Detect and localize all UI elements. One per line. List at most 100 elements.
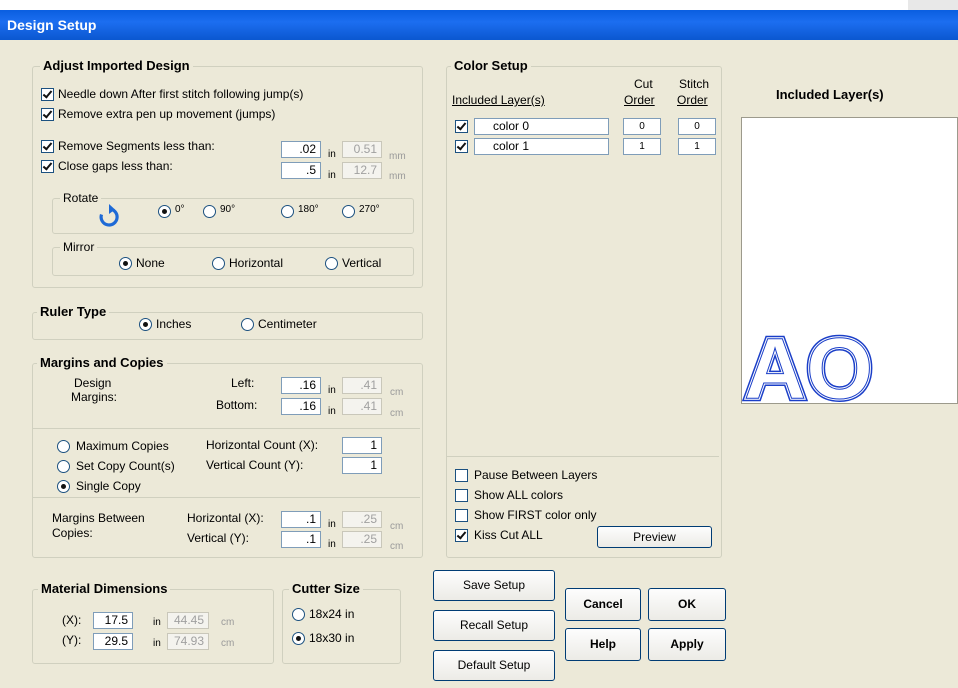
rotate-0-label: 0° [175, 204, 185, 215]
mirror-none-radio[interactable] [119, 257, 132, 270]
rotate-90-radio[interactable] [203, 205, 216, 218]
material-x-in-input[interactable]: 17.5 [93, 612, 133, 629]
margins-between-label-1: Margins Between [52, 511, 145, 525]
cancel-button[interactable]: Cancel [565, 588, 641, 621]
layer-color-0-stitch-order[interactable]: 0 [678, 118, 716, 135]
recall-setup-button[interactable]: Recall Setup [433, 610, 555, 641]
pause-between-layers-label: Pause Between Layers [474, 468, 598, 482]
show-first-color-checkbox[interactable] [455, 509, 468, 522]
unit-in-label: in [153, 638, 161, 649]
close-gaps-label: Close gaps less than: [58, 159, 173, 173]
needle-down-checkbox[interactable] [41, 88, 54, 101]
material-x-label: (X): [62, 613, 82, 627]
unit-cm-label: cm [390, 521, 404, 532]
material-y-in-input[interactable]: 29.5 [93, 633, 133, 650]
unit-cm-label: cm [390, 541, 404, 552]
close-gaps-in-input[interactable]: .5 [281, 162, 321, 179]
title-bar: Design Setup [0, 0, 958, 40]
unit-in-label: in [328, 149, 336, 160]
unit-cm-label: cm [221, 638, 235, 649]
remove-pen-up-checkbox[interactable] [41, 108, 54, 121]
layer-color-1-checkbox[interactable] [455, 140, 468, 153]
horizontal-count-input[interactable]: 1 [342, 437, 382, 454]
horizontal-between-in-input[interactable]: .1 [281, 511, 321, 528]
unit-cm-label: cm [221, 617, 235, 628]
mirror-legend: Mirror [60, 240, 98, 254]
save-setup-button[interactable]: Save Setup [433, 570, 555, 601]
layer-color-1-name[interactable]: color 1 [474, 138, 609, 155]
layer-color-0-checkbox[interactable] [455, 120, 468, 133]
mirror-horizontal-label: Horizontal [229, 256, 284, 270]
kiss-cut-all-checkbox[interactable] [455, 529, 468, 542]
horizontal-between-label: Horizontal (X): [187, 511, 264, 525]
vertical-between-in-input[interactable]: .1 [281, 531, 321, 548]
ruler-centimeter-radio[interactable] [241, 318, 254, 331]
mirror-horizontal-radio[interactable] [212, 257, 225, 270]
unit-in-label: in [328, 539, 336, 550]
rotate-270-label: 270° [359, 204, 380, 215]
maximum-copies-radio[interactable] [57, 440, 70, 453]
color-setup-legend: Color Setup [451, 58, 531, 73]
mirror-vertical-radio[interactable] [325, 257, 338, 270]
design-margins-label-1: Design [74, 376, 112, 390]
single-copy-radio[interactable] [57, 480, 70, 493]
layer-color-1-stitch-order[interactable]: 1 [678, 138, 716, 155]
ok-button[interactable]: OK [648, 588, 726, 621]
help-button[interactable]: Help [565, 628, 641, 661]
included-layers-title: Included Layer(s) [776, 87, 884, 102]
rotate-270-radio[interactable] [342, 205, 355, 218]
layer-preview-panel: AO AO AO [741, 117, 958, 420]
remove-pen-up-label: Remove extra pen up movement (jumps) [58, 107, 276, 121]
cutter-18x24-radio[interactable] [292, 608, 305, 621]
remove-segments-checkbox[interactable] [41, 140, 54, 153]
vertical-count-input[interactable]: 1 [342, 457, 382, 474]
layer-color-0-name[interactable]: color 0 [474, 118, 609, 135]
cut-order-header-2: Order [624, 93, 655, 107]
vertical-between-label: Vertical (Y): [187, 531, 250, 545]
kiss-cut-all-label: Kiss Cut ALL [474, 528, 543, 542]
material-y-label: (Y): [62, 633, 82, 647]
unit-cm-label: cm [390, 408, 404, 419]
cutter-size-legend: Cutter Size [289, 581, 363, 596]
pause-between-layers-checkbox[interactable] [455, 469, 468, 482]
remove-segments-mm-input: 0.51 [342, 141, 382, 158]
window-title: Design Setup [7, 17, 97, 33]
design-margins-label-2: Margins: [71, 390, 118, 404]
unit-in-label: in [328, 406, 336, 417]
adjust-imported-design-legend: Adjust Imported Design [40, 58, 193, 73]
cut-order-header-1: Cut [634, 77, 653, 91]
preview-button[interactable]: Preview [597, 526, 712, 548]
ruler-inches-radio[interactable] [139, 318, 152, 331]
default-setup-button[interactable]: Default Setup [433, 650, 555, 681]
cutter-18x30-label: 18x30 in [309, 631, 355, 645]
bottom-margin-in-input[interactable]: .16 [281, 398, 321, 415]
color-options-separator [447, 456, 719, 457]
rotate-0-radio[interactable] [158, 205, 171, 218]
title-bar-fill[interactable] [0, 10, 958, 40]
unit-in-label: in [328, 519, 336, 530]
rotate-180-radio[interactable] [281, 205, 294, 218]
remove-segments-in-input[interactable]: .02 [281, 141, 321, 158]
layer-color-0-cut-order[interactable]: 0 [623, 118, 661, 135]
apply-button[interactable]: Apply [648, 628, 726, 661]
bottom-margin-label: Bottom: [216, 398, 258, 412]
layer-color-1-cut-order[interactable]: 1 [623, 138, 661, 155]
copies-separator [33, 497, 420, 498]
show-all-colors-checkbox[interactable] [455, 489, 468, 502]
remove-segments-label: Remove Segments less than: [58, 139, 215, 153]
set-copy-count-label: Set Copy Count(s) [76, 459, 175, 473]
preview-design-outline: AO AO AO [741, 318, 876, 420]
left-margin-in-input[interactable]: .16 [281, 377, 321, 394]
set-copy-count-radio[interactable] [57, 460, 70, 473]
rotate-legend: Rotate [60, 191, 102, 205]
close-gaps-checkbox[interactable] [41, 160, 54, 173]
unit-in-label: in [153, 617, 161, 628]
rotate-clockwise-icon [96, 204, 122, 233]
unit-in-label: in [328, 170, 336, 181]
unit-mm-label: mm [389, 151, 406, 162]
unit-in-label: in [328, 385, 336, 396]
preview-glyphs-core: AO [744, 321, 873, 403]
unit-mm-label: mm [389, 171, 406, 182]
margins-separator [33, 428, 420, 429]
cutter-18x30-radio[interactable] [292, 632, 305, 645]
